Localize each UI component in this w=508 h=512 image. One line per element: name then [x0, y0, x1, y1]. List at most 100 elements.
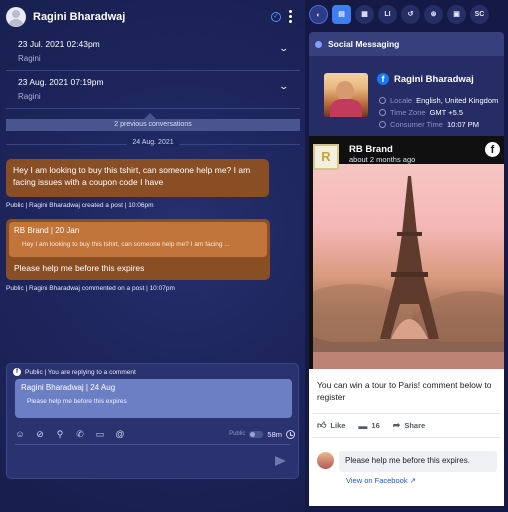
profile-card: f Ragini Bharadwaj Locale English, Unite…: [309, 56, 504, 136]
contact-name[interactable]: Ragini Bharadwaj: [33, 11, 271, 23]
timezone-row: Time Zone GMT +5.5: [379, 108, 463, 117]
brand-logo: R: [313, 144, 339, 170]
phone-icon[interactable]: ✆: [75, 429, 85, 439]
consumer-time-row: Consumer Time 10:07 PM: [379, 120, 479, 129]
emoji-icon[interactable]: ☺: [15, 429, 25, 439]
send-icon[interactable]: [275, 456, 286, 466]
right-toolbar: ◐ ▤ ▦ LI ↺ ⊛ ▣ SC: [305, 0, 508, 28]
post-actions: 👍︎ Like ▬ 16 ➦ Share: [317, 420, 425, 431]
facebook-icon: f: [485, 142, 500, 157]
divider: [313, 437, 500, 438]
clock-icon: [379, 121, 386, 128]
compass-icon[interactable]: ⊛: [424, 4, 443, 24]
like-icon: 👍︎: [317, 420, 327, 430]
consumer-time-label: Consumer Time: [390, 120, 443, 129]
attachment-icon[interactable]: ⊘: [35, 429, 45, 439]
view-on-facebook-link[interactable]: View on Facebook ↗: [346, 476, 416, 485]
video-icon[interactable]: ▭: [95, 429, 105, 439]
composer-right-tools: Public 58m: [229, 429, 295, 439]
toolbar-button-li[interactable]: LI: [378, 4, 397, 24]
facebook-icon: f: [13, 368, 21, 376]
check-circle-icon[interactable]: ✓: [271, 11, 281, 22]
locale-label: Locale: [390, 96, 413, 105]
clock-icon: [286, 429, 295, 439]
reply-text: Please help me before this expires: [14, 263, 145, 273]
flow-icon[interactable]: ⚲: [55, 429, 65, 439]
share-label: Share: [404, 421, 426, 430]
comment-button[interactable]: ▬ 16: [358, 421, 379, 431]
composer-context: f Public | You are replying to a comment: [13, 368, 136, 376]
conversation-panel: Ragini Bharadwaj ✓ 23 Jul. 2021 02:43pm …: [0, 0, 305, 512]
avatar[interactable]: [6, 6, 26, 27]
comment-count: 16: [371, 421, 380, 430]
share-button[interactable]: ➦ Share: [393, 420, 425, 431]
avatar: [317, 452, 334, 469]
locale-row: Locale English, United Kingdom: [379, 96, 498, 105]
social-messaging-icon: [315, 40, 322, 48]
toolbar-button-sc[interactable]: SC: [470, 4, 489, 24]
like-label: Like: [330, 421, 346, 430]
view-link-label: View on Facebook: [346, 476, 408, 485]
like-button[interactable]: 👍︎ Like: [317, 420, 345, 431]
consumer-time-value: 10:07 PM: [446, 120, 480, 129]
panel-title: Social Messaging: [328, 39, 400, 49]
notes-icon[interactable]: ▣: [447, 4, 466, 24]
facebook-post: R RB Brand about 2 months ago f You can …: [309, 136, 504, 506]
locale-value: English, United Kingdom: [416, 96, 499, 105]
conversation-date: 23 Jul. 2021 02:43pm: [18, 39, 100, 49]
share-icon: ➦: [392, 420, 401, 430]
message-meta: Public | Ragini Bharadwaj created a post…: [6, 202, 154, 209]
composer-divider: [15, 444, 290, 445]
chat-bubble-icon[interactable]: ◐: [309, 4, 328, 24]
list-item[interactable]: 23 Aug. 2021 07:19pm Ragini ⌄: [6, 71, 300, 109]
post-brand-name[interactable]: RB Brand: [349, 144, 393, 155]
date-divider-label: 24 Aug. 2021: [126, 139, 180, 146]
composer-context-label: Public | You are replying to a comment: [25, 368, 136, 376]
message-bubble[interactable]: Hey I am looking to buy this tshirt, can…: [6, 159, 269, 197]
message-meta: Public | Ragini Bharadwaj commented on a…: [6, 285, 175, 292]
response-timer: 58m: [267, 429, 282, 439]
divider: [313, 413, 500, 414]
quote-text: Hey I am looking to buy this tshirt, can…: [22, 241, 230, 248]
chevron-down-icon[interactable]: ⌄: [279, 43, 290, 54]
profile-name: Ragini Bharadwaj: [394, 73, 474, 85]
quote-text: Please help me before this expires: [27, 398, 127, 405]
post-time: about 2 months ago: [349, 155, 416, 164]
social-messaging-header: Social Messaging: [309, 32, 504, 56]
history-icon[interactable]: ↺: [401, 4, 420, 24]
globe-icon: [379, 97, 386, 104]
conversation-user: Ragini: [18, 54, 41, 63]
quote-title: Ragini Bharadwaj | 24 Aug: [21, 383, 116, 392]
composer-toolbar: ☺ ⊘ ⚲ ✆ ▭ @ Public 58m: [15, 428, 295, 440]
social-panel: ◐ ▤ ▦ LI ↺ ⊛ ▣ SC Social Messaging f Rag…: [305, 0, 508, 512]
kebab-icon[interactable]: [289, 10, 293, 23]
profile-name-row: f Ragini Bharadwaj: [377, 73, 474, 85]
conversation-header: Ragini Bharadwaj ✓: [0, 0, 305, 33]
comment-icon: ▬: [358, 420, 368, 431]
timezone-icon: [379, 109, 386, 116]
timezone-label: Time Zone: [390, 108, 426, 117]
external-link-icon: ↗: [409, 476, 416, 485]
eiffel-tower-image[interactable]: [313, 164, 504, 369]
conversation-list: 23 Jul. 2021 02:43pm Ragini ⌄ 23 Aug. 20…: [6, 33, 300, 109]
list-item[interactable]: 23 Jul. 2021 02:43pm Ragini ⌄: [6, 33, 300, 71]
previous-conversations-button[interactable]: 2 previous conversations: [6, 119, 300, 131]
post-caption: You can win a tour to Paris! comment bel…: [317, 380, 492, 402]
public-toggle-label: Public: [229, 431, 246, 437]
replying-to-quote: Ragini Bharadwaj | 24 Aug Please help me…: [15, 379, 292, 418]
comment-text: Please help me before this expires.: [339, 451, 497, 472]
quoted-message[interactable]: RB Brand | 20 Jan Hey I am looking to bu…: [9, 222, 267, 257]
public-toggle[interactable]: [249, 430, 264, 438]
chevron-down-icon[interactable]: ⌄: [279, 81, 290, 92]
post-media: R RB Brand about 2 months ago f: [309, 136, 504, 369]
timezone-value: GMT +5.5: [429, 108, 463, 117]
conversation-user: Ragini: [18, 92, 41, 101]
at-icon[interactable]: @: [115, 429, 125, 439]
profile-photo: [324, 73, 368, 117]
contacts-icon[interactable]: ▦: [355, 4, 374, 24]
date-divider: 24 Aug. 2021: [6, 139, 300, 149]
conversation-date: 23 Aug. 2021 07:19pm: [18, 77, 104, 87]
social-messaging-icon[interactable]: ▤: [332, 4, 351, 24]
facebook-icon: f: [377, 73, 389, 85]
reply-bubble[interactable]: RB Brand | 20 Jan Hey I am looking to bu…: [6, 219, 270, 280]
